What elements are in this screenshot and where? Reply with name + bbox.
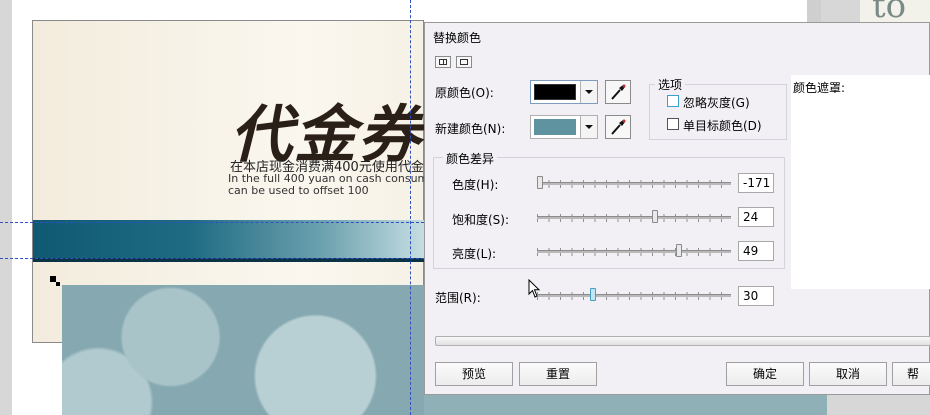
- color-mask-preview: [791, 75, 930, 289]
- original-color-picker[interactable]: [530, 80, 598, 104]
- help-button[interactable]: 帮: [892, 362, 930, 386]
- eyedropper-icon: [611, 84, 626, 100]
- color-mask-label: 颜色遮罩:: [793, 81, 846, 95]
- saturation-slider-track[interactable]: [537, 216, 731, 219]
- replace-color-dialog: 替换颜色 原颜色(O): 新建颜色(N): 选项 忽略灰度(G) 单目标颜色(D…: [424, 22, 930, 395]
- chevron-down-icon[interactable]: [580, 116, 597, 138]
- range-value-input[interactable]: 30: [738, 286, 774, 306]
- selection-handle[interactable]: [56, 282, 60, 286]
- ignore-gray-checkbox[interactable]: [667, 95, 679, 107]
- new-color-swatch: [534, 119, 576, 135]
- split-view-icon[interactable]: [435, 56, 451, 68]
- preview-button[interactable]: 预览: [435, 362, 513, 386]
- hue-slider-track[interactable]: [537, 182, 731, 185]
- hue-label: 色度(H):: [452, 178, 499, 192]
- saturation-slider-thumb[interactable]: [652, 210, 658, 223]
- range-slider-thumb[interactable]: [590, 288, 596, 301]
- voucher-text-en-2: can be used to offset 100: [228, 184, 369, 197]
- eyedropper-icon: [611, 119, 626, 135]
- new-color-picker[interactable]: [530, 115, 598, 139]
- ok-button[interactable]: 确定: [726, 362, 804, 386]
- voucher-floral-pattern[interactable]: [62, 285, 424, 415]
- lightness-slider-thumb[interactable]: [676, 244, 682, 257]
- progress-bar: [435, 336, 930, 346]
- horizontal-guide[interactable]: [0, 258, 424, 259]
- chevron-down-icon[interactable]: [580, 81, 597, 103]
- color-difference-title: 颜色差异: [443, 150, 498, 167]
- cancel-button[interactable]: 取消: [809, 362, 887, 386]
- dialog-title: 替换颜色: [433, 31, 482, 45]
- horizontal-guide[interactable]: [0, 222, 424, 223]
- range-slider-track[interactable]: [537, 294, 731, 297]
- voucher-color-band: [33, 220, 424, 262]
- ignore-gray-label[interactable]: 忽略灰度(G): [683, 94, 750, 111]
- reset-button[interactable]: 重置: [519, 362, 597, 386]
- lightness-label: 亮度(L):: [452, 247, 497, 261]
- new-eyedropper-button[interactable]: [605, 115, 631, 139]
- hue-value-input[interactable]: -171: [738, 173, 774, 193]
- options-group-title: 选项: [655, 76, 686, 93]
- range-label: 范围(R):: [435, 291, 481, 305]
- saturation-label: 饱和度(S):: [452, 213, 510, 227]
- original-color-label: 原颜色(O):: [435, 86, 494, 100]
- mouse-cursor-icon: [528, 279, 541, 298]
- pattern-strip: [424, 395, 827, 415]
- vertical-guide[interactable]: [410, 0, 411, 415]
- single-target-checkbox[interactable]: [667, 118, 679, 130]
- lightness-value-input[interactable]: 49: [738, 241, 774, 261]
- new-color-label: 新建颜色(N):: [435, 122, 506, 136]
- lightness-slider-track[interactable]: [537, 250, 731, 253]
- single-view-icon[interactable]: [456, 56, 472, 68]
- single-target-label[interactable]: 单目标颜色(D): [683, 117, 762, 134]
- original-color-swatch: [534, 84, 576, 100]
- original-eyedropper-button[interactable]: [605, 80, 631, 104]
- hue-slider-thumb[interactable]: [537, 176, 543, 189]
- saturation-value-input[interactable]: 24: [738, 207, 774, 227]
